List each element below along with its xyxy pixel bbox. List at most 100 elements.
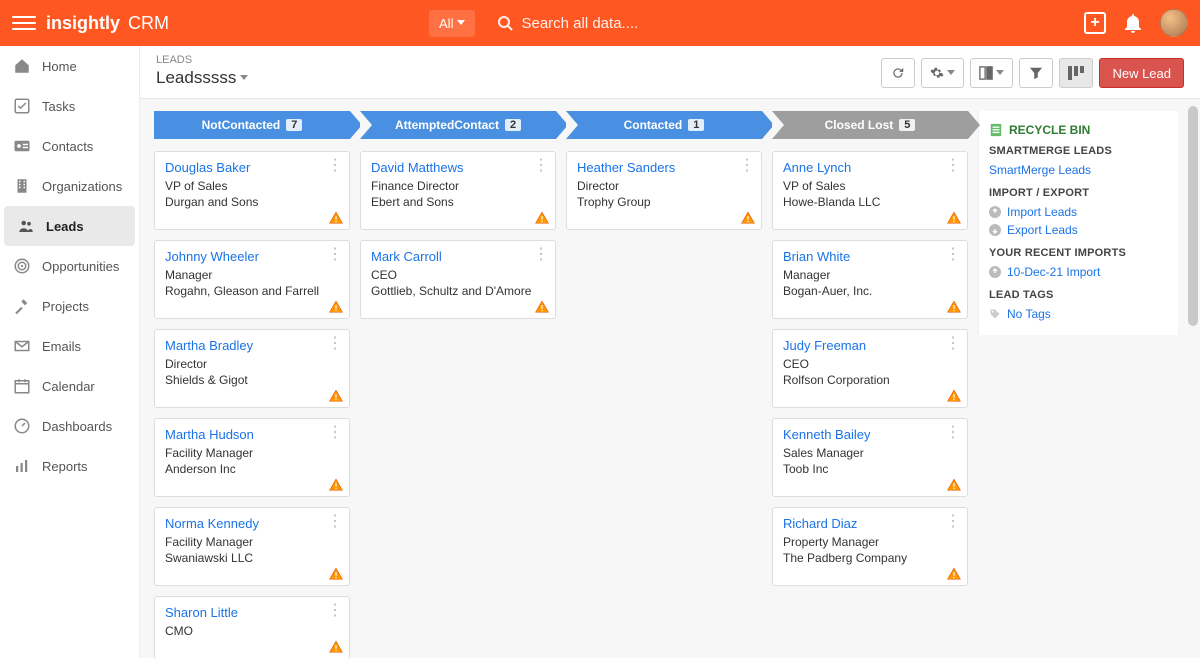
lead-org: Gottlieb, Schultz and D'Amore bbox=[371, 284, 545, 298]
export-leads-link[interactable]: Export Leads bbox=[989, 221, 1168, 239]
check-icon bbox=[12, 96, 32, 116]
lead-card[interactable]: ⋮Norma KennedyFacility ManagerSwaniawski… bbox=[154, 507, 350, 586]
building-icon bbox=[12, 176, 32, 196]
column-header[interactable]: AttemptedContact2 bbox=[360, 111, 556, 139]
lead-card[interactable]: ⋮Kenneth BaileySales ManagerToob Inc bbox=[772, 418, 968, 497]
funnel-icon bbox=[1029, 66, 1043, 80]
card-menu-icon[interactable]: ⋮ bbox=[945, 425, 961, 441]
lead-title: CEO bbox=[371, 268, 545, 282]
card-menu-icon[interactable]: ⋮ bbox=[945, 247, 961, 263]
card-menu-icon[interactable]: ⋮ bbox=[327, 514, 343, 530]
warning-icon bbox=[947, 300, 961, 314]
import-leads-link[interactable]: Import Leads bbox=[989, 203, 1168, 221]
sidebar-item-label: Contacts bbox=[42, 139, 93, 154]
circle-arrow-icon bbox=[989, 206, 1001, 218]
sidebar-item-tasks[interactable]: Tasks bbox=[0, 86, 139, 126]
sidebar-item-label: Emails bbox=[42, 339, 81, 354]
search-input[interactable] bbox=[521, 15, 1074, 32]
lead-org: Shields & Gigot bbox=[165, 373, 339, 387]
sidebar-item-reports[interactable]: Reports bbox=[0, 446, 139, 486]
column-title: NotContacted bbox=[202, 118, 281, 132]
sidebar-item-home[interactable]: Home bbox=[0, 46, 139, 86]
scrollbar[interactable] bbox=[1188, 106, 1198, 648]
breadcrumb: LEADS bbox=[156, 54, 248, 66]
layout-icon bbox=[979, 66, 993, 80]
new-lead-button[interactable]: New Lead bbox=[1099, 58, 1184, 88]
brand-logo[interactable]: insightly bbox=[46, 13, 120, 34]
sidebar-item-organizations[interactable]: Organizations bbox=[0, 166, 139, 206]
column-header[interactable]: NotContacted7 bbox=[154, 111, 350, 139]
recycle-bin-link[interactable]: RECYCLE BIN bbox=[989, 123, 1168, 137]
card-menu-icon[interactable]: ⋮ bbox=[945, 336, 961, 352]
lead-title: Manager bbox=[783, 268, 957, 282]
lead-card[interactable]: ⋮David MatthewsFinance DirectorEbert and… bbox=[360, 151, 556, 230]
sidebar-item-projects[interactable]: Projects bbox=[0, 286, 139, 326]
lead-card[interactable]: ⋮Anne Lynch VP of Sales Howe-Blanda LLC bbox=[772, 151, 968, 230]
warning-icon bbox=[535, 211, 549, 225]
lead-card[interactable]: ⋮Douglas BakerVP of SalesDurgan and Sons bbox=[154, 151, 350, 230]
no-tags-link[interactable]: No Tags bbox=[989, 305, 1168, 323]
lead-card[interactable]: ⋮Johnny WheelerManagerRogahn, Gleason an… bbox=[154, 240, 350, 319]
lead-name: Richard Diaz bbox=[783, 516, 957, 531]
card-menu-icon[interactable]: ⋮ bbox=[945, 514, 961, 530]
bars-icon bbox=[12, 456, 32, 476]
card-menu-icon[interactable]: ⋮ bbox=[327, 247, 343, 263]
sidebar-item-calendar[interactable]: Calendar bbox=[0, 366, 139, 406]
lead-card[interactable]: ⋮Sharon LittleCMO bbox=[154, 596, 350, 658]
global-filter-dropdown[interactable]: All bbox=[429, 10, 475, 37]
sidebar-item-dashboards[interactable]: Dashboards bbox=[0, 406, 139, 446]
lead-name: Mark Carroll bbox=[371, 249, 545, 264]
lead-card[interactable]: ⋮Judy FreemanCEORolfson Corporation bbox=[772, 329, 968, 408]
column-header[interactable]: Contacted1 bbox=[566, 111, 762, 139]
card-menu-icon[interactable]: ⋮ bbox=[739, 158, 755, 174]
lead-card[interactable]: ⋮Richard DiazProperty ManagerThe Padberg… bbox=[772, 507, 968, 586]
chevron-down-icon bbox=[996, 70, 1004, 76]
kanban-view-button[interactable] bbox=[1059, 58, 1093, 88]
sidebar-item-label: Leads bbox=[46, 219, 84, 234]
lead-card[interactable]: ⋮Brian WhiteManagerBogan-Auer, Inc. bbox=[772, 240, 968, 319]
sidebar-item-leads[interactable]: Leads bbox=[4, 206, 135, 246]
lead-org: Toob Inc bbox=[783, 462, 957, 476]
layout-dropdown[interactable] bbox=[970, 58, 1013, 88]
circle-arrow-icon bbox=[989, 266, 1001, 278]
tag-icon bbox=[989, 308, 1001, 320]
lead-name: Anne Lynch bbox=[783, 160, 957, 175]
sidebar-item-opportunities[interactable]: Opportunities bbox=[0, 246, 139, 286]
column-count: 1 bbox=[688, 119, 704, 131]
menu-icon[interactable] bbox=[12, 11, 36, 35]
lead-card[interactable]: ⋮Mark Carroll CEO Gottlieb, Schultz and D'… bbox=[360, 240, 556, 319]
lead-card[interactable]: ⋮Martha HudsonFacility ManagerAnderson I… bbox=[154, 418, 350, 497]
column-header[interactable]: Closed Lost5 bbox=[772, 111, 968, 139]
lead-card[interactable]: ⋮Heather SandersDirectorTrophy Group bbox=[566, 151, 762, 230]
lead-card[interactable]: ⋮Martha BradleyDirectorShields & Gigot bbox=[154, 329, 350, 408]
lead-org: Howe-Blanda LLC bbox=[783, 195, 957, 209]
card-menu-icon[interactable]: ⋮ bbox=[533, 247, 549, 263]
user-avatar[interactable] bbox=[1160, 9, 1188, 37]
card-menu-icon[interactable]: ⋮ bbox=[327, 603, 343, 619]
lead-org: Anderson Inc bbox=[165, 462, 339, 476]
refresh-button[interactable] bbox=[881, 58, 915, 88]
view-selector[interactable]: Leadsssss bbox=[156, 68, 248, 88]
smartmerge-link[interactable]: SmartMerge Leads bbox=[989, 161, 1168, 179]
card-menu-icon[interactable]: ⋮ bbox=[945, 158, 961, 174]
add-button[interactable]: + bbox=[1084, 12, 1106, 34]
sidebar-item-contacts[interactable]: Contacts bbox=[0, 126, 139, 166]
kanban-column: Closed Lost5⋮Anne LynchVP of SalesHowe-B… bbox=[772, 111, 968, 658]
warning-icon bbox=[329, 300, 343, 314]
lead-org: Trophy Group bbox=[577, 195, 751, 209]
chevron-down-icon bbox=[457, 20, 465, 26]
people-icon bbox=[16, 216, 36, 236]
notifications-icon[interactable] bbox=[1124, 13, 1142, 33]
card-menu-icon[interactable]: ⋮ bbox=[533, 158, 549, 174]
filter-button[interactable] bbox=[1019, 58, 1053, 88]
card-menu-icon[interactable]: ⋮ bbox=[327, 158, 343, 174]
card-menu-icon[interactable]: ⋮ bbox=[327, 336, 343, 352]
card-menu-icon[interactable]: ⋮ bbox=[327, 425, 343, 441]
lead-title: Finance Director bbox=[371, 179, 545, 193]
lead-name: Martha Bradley bbox=[165, 338, 339, 353]
settings-dropdown[interactable] bbox=[921, 58, 964, 88]
circle-arrow-icon bbox=[989, 224, 1001, 236]
lead-title: VP of Sales bbox=[783, 179, 957, 193]
recent-import-link[interactable]: 10-Dec-21 Import bbox=[989, 263, 1168, 281]
sidebar-item-emails[interactable]: Emails bbox=[0, 326, 139, 366]
